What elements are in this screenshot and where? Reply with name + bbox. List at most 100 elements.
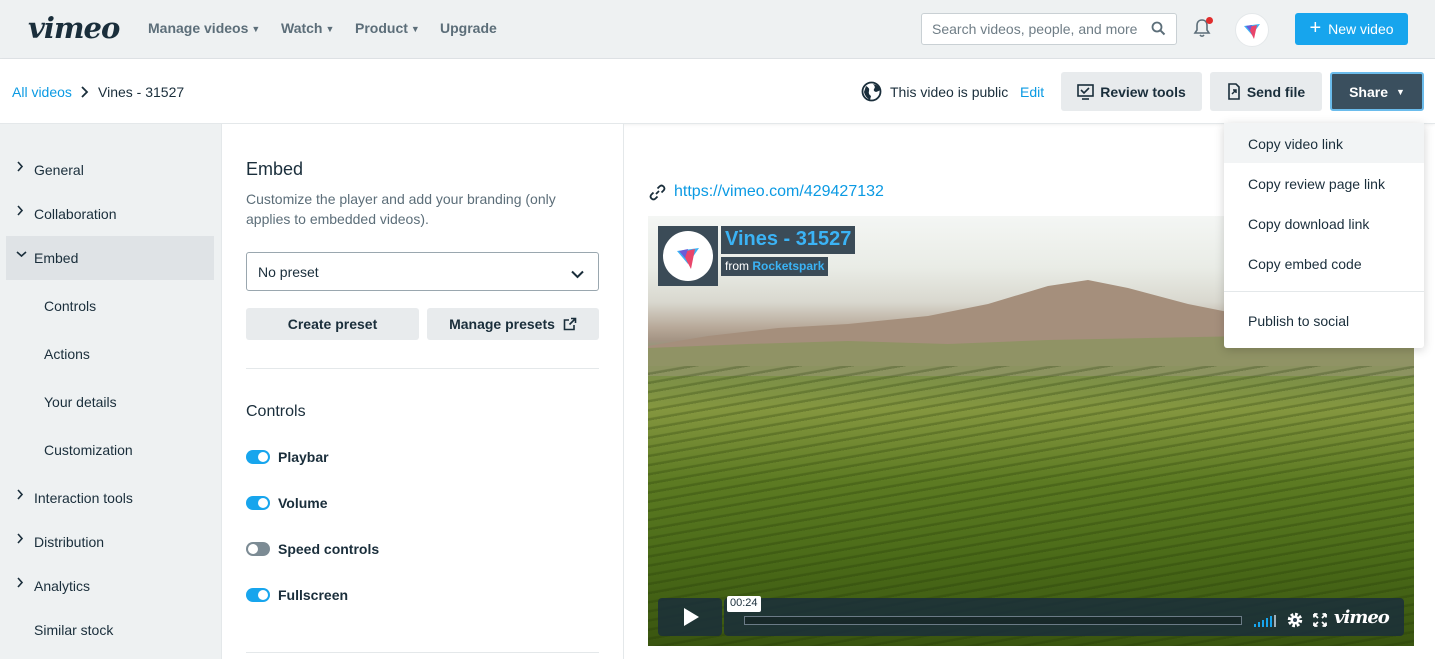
menu-divider [1224, 291, 1424, 292]
menu-item-copy-download-link[interactable]: Copy download link [1224, 203, 1424, 243]
playbar-toggle[interactable] [246, 450, 270, 464]
review-tools-label: Review tools [1100, 83, 1186, 100]
toggle-label: Speed controls [278, 541, 380, 557]
chevron-down-icon: ▼ [410, 24, 420, 34]
panel-description: Customize the player and add your brandi… [246, 191, 556, 227]
preset-select-value: No preset [258, 264, 319, 280]
sidebar-item-general[interactable]: General [6, 148, 214, 192]
video-byline: from Rocketspark [721, 257, 829, 276]
video-title-overlay[interactable]: Vines - 31527 [721, 226, 856, 254]
breadcrumb-separator-icon [80, 83, 90, 102]
sidebar-item-similar-stock[interactable]: Similar stock [6, 608, 214, 652]
play-icon [684, 608, 699, 626]
manage-presets-button[interactable]: Manage presets [427, 308, 599, 340]
sidebar-item-label: Controls [44, 298, 97, 314]
menu-item-publish-to-social[interactable]: Publish to social [1224, 300, 1424, 340]
nav-watch[interactable]: Watch ▼ [281, 20, 334, 36]
sidebar-item-distribution[interactable]: Distribution [6, 520, 214, 564]
toggle-label: Volume [278, 495, 328, 511]
manage-presets-label: Manage presets [449, 316, 555, 332]
panel-title: Embed [246, 159, 304, 179]
share-label: Share [1349, 83, 1388, 100]
share-dropdown-menu: Copy video link Copy review page link Co… [1224, 123, 1424, 348]
menu-item-label: Copy download link [1248, 216, 1370, 232]
menu-item-label: Copy review page link [1248, 176, 1385, 192]
toggle-label: Playbar [278, 449, 329, 465]
globe-icon [861, 81, 882, 107]
sidebar-item-embed[interactable]: Embed [6, 236, 214, 280]
rocketspark-logo-icon [677, 248, 699, 269]
chevron-down-icon [571, 266, 584, 284]
video-url-link[interactable]: https://vimeo.com/429427132 [674, 183, 884, 201]
nav-product-label: Product [355, 20, 408, 36]
sidebar-item-label: General [34, 162, 84, 178]
volume-toggle[interactable] [246, 496, 270, 510]
sidebar-item-interaction-tools[interactable]: Interaction tools [6, 476, 214, 520]
nav-watch-label: Watch [281, 20, 323, 36]
share-button[interactable]: Share ▼ [1330, 72, 1424, 111]
external-link-icon [563, 317, 577, 331]
sidebar-item-label: Similar stock [34, 622, 114, 638]
nav-manage-videos[interactable]: Manage videos ▼ [148, 20, 260, 36]
byline-from: from [725, 259, 749, 273]
send-file-label: Send file [1246, 83, 1306, 100]
controls-section-title: Controls [246, 403, 306, 420]
menu-item-copy-review-page-link[interactable]: Copy review page link [1224, 163, 1424, 203]
sidebar-item-label: Actions [44, 346, 90, 362]
menu-item-copy-embed-code[interactable]: Copy embed code [1224, 243, 1424, 283]
sidebar-item-label: Interaction tools [34, 490, 133, 506]
progress-bar[interactable] [744, 616, 1242, 625]
nav-manage-videos-label: Manage videos [148, 20, 249, 36]
timecode: 00:24 [727, 596, 761, 612]
sidebar-item-actions[interactable]: Actions [6, 332, 214, 376]
sidebar-item-your-details[interactable]: Your details [6, 380, 214, 424]
user-avatar[interactable] [1235, 13, 1269, 47]
chevron-down-icon: ▼ [1396, 86, 1405, 97]
sidebar-item-label: Collaboration [34, 206, 117, 222]
sidebar-item-label: Embed [34, 250, 79, 266]
sidebar-item-label: Customization [44, 442, 133, 458]
toggle-knob [258, 452, 268, 462]
rocketspark-logo-icon [1244, 24, 1260, 39]
preset-select[interactable]: No preset [246, 252, 599, 291]
chevron-right-icon [16, 489, 24, 503]
top-nav: vimeo Manage videos ▼ Watch ▼ Product ▼ Upg… [0, 0, 1435, 59]
search-input[interactable] [932, 21, 1152, 37]
privacy-edit-link[interactable]: Edit [1020, 84, 1044, 100]
sidebar-item-label: Analytics [34, 578, 91, 594]
send-file-button[interactable]: Send file [1210, 72, 1322, 111]
breadcrumb-all-videos[interactable]: All videos [12, 84, 72, 100]
channel-logo[interactable] [658, 226, 718, 286]
vimeo-logo[interactable]: vimeo [28, 11, 120, 45]
chevron-down-icon: ▼ [325, 24, 335, 34]
nav-upgrade[interactable]: Upgrade [440, 20, 497, 36]
speed-controls-toggle[interactable] [246, 542, 270, 556]
nav-product[interactable]: Product ▼ [355, 20, 420, 36]
gear-icon[interactable] [1286, 611, 1304, 634]
send-file-icon [1228, 83, 1240, 100]
toggle-knob [248, 544, 258, 554]
review-tools-button[interactable]: Review tools [1061, 72, 1202, 111]
fullscreen-toggle[interactable] [246, 588, 270, 602]
sidebar-item-analytics[interactable]: Analytics [6, 564, 214, 608]
search-icon[interactable] [1151, 21, 1166, 41]
new-video-button[interactable]: + New video [1295, 13, 1408, 45]
chevron-right-icon [16, 577, 24, 591]
embed-settings-panel: Embed Customize the player and add your … [222, 124, 624, 659]
menu-item-copy-video-link[interactable]: Copy video link [1224, 123, 1424, 163]
play-button[interactable] [658, 598, 722, 636]
video-header: All videos Vines - 31527 This video is p… [0, 59, 1435, 124]
create-preset-button[interactable]: Create preset [246, 308, 419, 340]
volume-icon[interactable] [1254, 614, 1278, 632]
sidebar-item-collaboration[interactable]: Collaboration [6, 192, 214, 236]
byline-user-link[interactable]: Rocketspark [752, 259, 824, 273]
sidebar-item-customization[interactable]: Customization [6, 428, 214, 472]
sidebar-item-controls[interactable]: Controls [6, 284, 214, 328]
channel-avatar [663, 231, 713, 281]
toggle-label: Fullscreen [278, 587, 349, 603]
section-divider [246, 652, 599, 653]
player-vimeo-logo[interactable]: vimeo [1334, 607, 1390, 628]
notifications-bell-icon[interactable] [1193, 17, 1213, 43]
fullscreen-icon[interactable] [1313, 613, 1327, 632]
toggle-knob [258, 590, 268, 600]
